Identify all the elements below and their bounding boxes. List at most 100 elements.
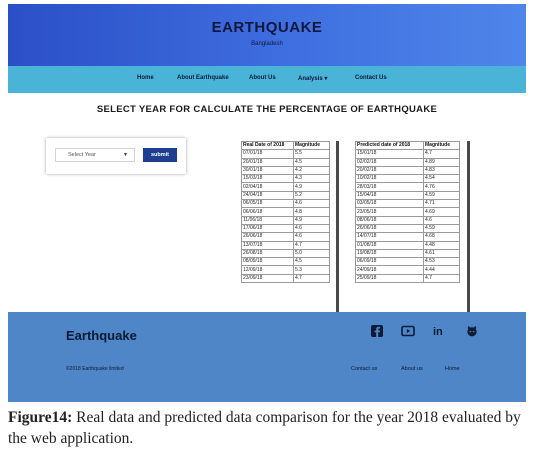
date-cell: 08/09/18: [241, 257, 294, 267]
web-app-window: EARTHQUAKE Bangladesh Home About Earthqu…: [8, 4, 526, 402]
column-header: Predicted date of 2018: [355, 140, 424, 151]
table-row: 23/09/18 4.7: [241, 273, 330, 284]
nav-analysis[interactable]: Analysis ▾: [298, 75, 327, 82]
date-cell: 28/03/18: [355, 182, 424, 192]
magnitude-cell: 5.2: [293, 190, 330, 201]
date-cell: 24/09/18: [355, 265, 424, 275]
magnitude-cell: 4.48: [423, 240, 460, 250]
linkedin-icon[interactable]: in: [432, 324, 448, 338]
table-row: 03/05/18 4.71: [355, 199, 460, 209]
site-subtitle: Bangladesh: [251, 41, 283, 47]
date-cell: 08/06/18: [355, 215, 424, 225]
table-row: 19/08/18 4.61: [355, 248, 460, 259]
github-icon[interactable]: [465, 324, 479, 338]
table-row: 20/02/18 4.83: [355, 165, 460, 176]
column-header: Real Date of 2018: [241, 140, 294, 151]
table-row: 15/01/18 4.7: [355, 149, 460, 159]
magnitude-cell: 4.61: [423, 248, 460, 259]
magnitude-cell: 4.7: [423, 149, 460, 159]
caption-label: Figure14:: [8, 409, 73, 426]
date-cell: 13/07/18: [241, 240, 294, 250]
table-row: 07/01/18 5.5: [241, 149, 330, 159]
date-cell: 26/08/18: [241, 248, 294, 259]
date-cell: 12/09/18: [241, 265, 294, 275]
nav-home[interactable]: Home: [137, 75, 154, 81]
table-row: 17/06/18 4.6: [241, 223, 330, 234]
magnitude-cell: 4.7: [293, 240, 330, 250]
column-header: Magnitude: [423, 140, 460, 151]
column-header: Magnitude: [293, 140, 330, 151]
date-cell: 15/01/18: [355, 149, 424, 159]
date-cell: 14/07/18: [355, 232, 424, 242]
magnitude-cell: 4.68: [423, 232, 460, 242]
table-row: 08/06/18 4.6: [355, 215, 460, 225]
magnitude-cell: 4.5: [293, 157, 330, 167]
magnitude-cell: 4.54: [423, 174, 460, 184]
table-row: 02/02/18 4.89: [355, 157, 460, 167]
date-cell: 15/03/18: [241, 174, 294, 184]
magnitude-cell: 4.44: [423, 265, 460, 275]
nav-about-earthquake[interactable]: About Earthquake: [177, 75, 229, 81]
date-cell: 23/09/18: [241, 273, 294, 284]
caption-text: Real data and predicted data comparison …: [8, 409, 521, 447]
copyright-text: ©2018 Earthquake limited: [66, 366, 124, 372]
table-row: 24/09/18 4.44: [355, 265, 460, 275]
footer-link-home[interactable]: Home: [445, 366, 460, 372]
footer-brand: Earthquake: [66, 328, 137, 343]
table-row: 01/08/18 4.48: [355, 240, 460, 250]
date-cell: 06/06/18: [241, 207, 294, 217]
real-data-table: Real Date of 2018 Magnitude 07/01/18 5.5 2…: [241, 140, 330, 284]
table-row: 06/06/18 4.8: [241, 207, 330, 217]
table-row: 25/09/18 4.7: [355, 273, 460, 284]
date-cell: 19/08/18: [355, 248, 424, 259]
table-row: 06/09/18 4.53: [355, 257, 460, 267]
table-row: 08/09/18 4.5: [241, 257, 330, 267]
table-row: 20/01/18 4.5: [241, 157, 330, 167]
magnitude-cell: 4.76: [423, 182, 460, 192]
table-row: 28/03/18 4.76: [355, 182, 460, 192]
footer-link-about[interactable]: About us: [401, 366, 423, 372]
table-row: 12/09/18 5.3: [241, 265, 330, 275]
magnitude-cell: 4.8: [293, 207, 330, 217]
date-cell: 20/02/18: [355, 165, 424, 176]
page-heading: SELECT YEAR FOR CALCULATE THE PERCENTAGE…: [96, 104, 438, 115]
youtube-icon[interactable]: [401, 324, 415, 338]
year-select-value: Select Year: [68, 152, 96, 158]
table-row: 15/04/18 4.59: [355, 190, 460, 201]
date-cell: 06/09/18: [355, 257, 424, 267]
table-border: [467, 141, 470, 321]
magnitude-cell: 4.59: [423, 190, 460, 201]
magnitude-cell: 4.9: [293, 182, 330, 192]
magnitude-cell: 4.83: [423, 165, 460, 176]
date-cell: 01/08/18: [355, 240, 424, 250]
magnitude-cell: 4.59: [423, 223, 460, 234]
date-cell: 26/06/18: [355, 223, 424, 234]
footer-link-contact[interactable]: Contact us: [351, 366, 377, 372]
figure-caption: Figure14: Real data and predicted data c…: [8, 407, 526, 449]
magnitude-cell: 4.89: [423, 157, 460, 167]
date-cell: 17/06/18: [241, 223, 294, 234]
table-row: 23/05/18 4.69: [355, 207, 460, 217]
date-cell: 02/02/18: [355, 157, 424, 167]
date-cell: 03/05/18: [355, 199, 424, 209]
table-row: 26/06/18 4.59: [355, 223, 460, 234]
site-title: EARTHQUAKE: [211, 19, 323, 36]
nav-contact-us[interactable]: Contact Us: [355, 75, 387, 81]
date-cell: 23/05/18: [355, 207, 424, 217]
magnitude-cell: 4.3: [293, 174, 330, 184]
date-cell: 30/01/18: [241, 165, 294, 176]
magnitude-cell: 4.5: [293, 257, 330, 267]
facebook-icon[interactable]: [370, 324, 384, 338]
linkedin-icon-text: in: [433, 326, 443, 338]
magnitude-cell: 4.6: [293, 199, 330, 209]
magnitude-cell: 5.0: [293, 248, 330, 259]
nav-about-us[interactable]: About Us: [249, 75, 276, 81]
chevron-down-icon: ▼: [123, 152, 128, 158]
date-cell: 10/02/18: [355, 174, 424, 184]
date-cell: 24/04/18: [241, 190, 294, 201]
table-row: 10/02/18 4.54: [355, 174, 460, 184]
magnitude-cell: 4.6: [293, 223, 330, 234]
year-select[interactable]: Select Year ▼: [55, 148, 135, 162]
year-form-card: Select Year ▼ submit: [46, 138, 186, 174]
submit-button[interactable]: submit: [143, 148, 177, 162]
